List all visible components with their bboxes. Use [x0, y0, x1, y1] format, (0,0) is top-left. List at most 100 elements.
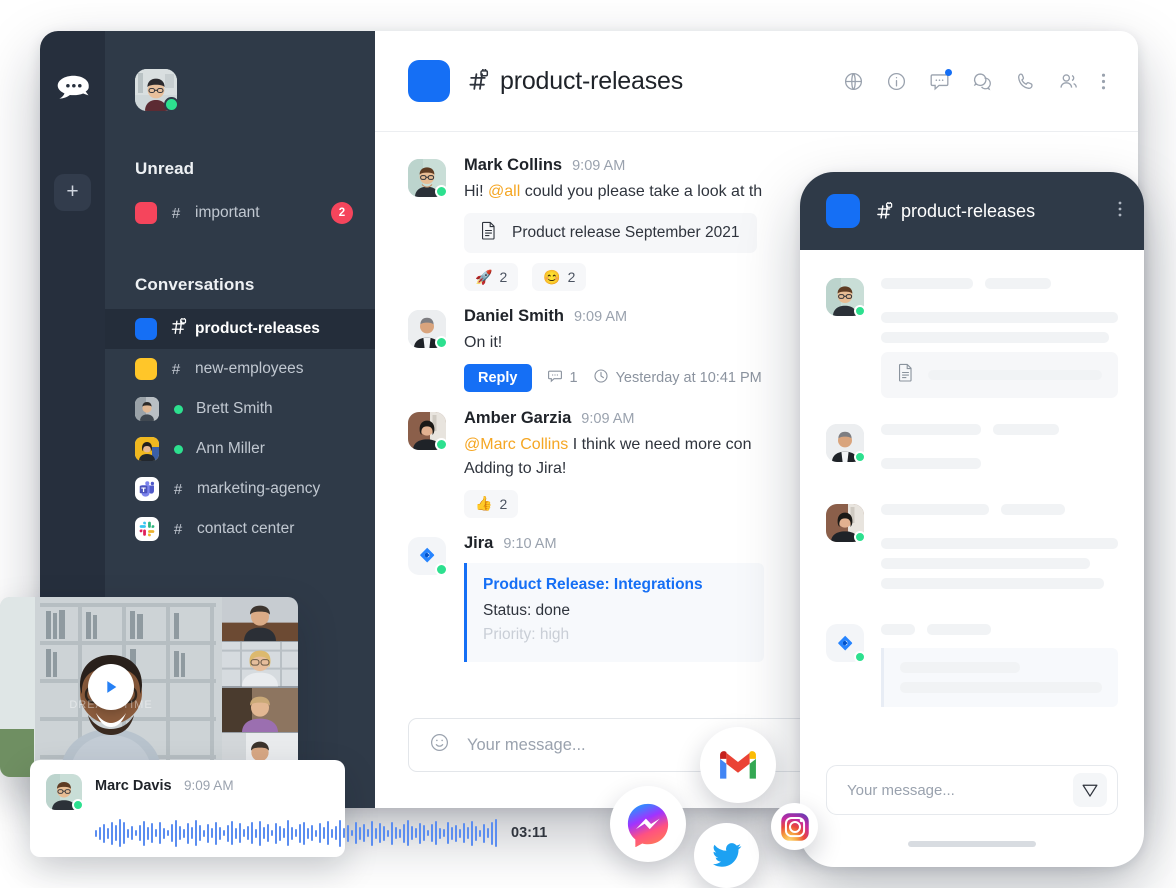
- waveform-bar: [383, 825, 385, 841]
- status-indicator-online: [174, 404, 183, 414]
- threads-icon[interactable]: [972, 71, 993, 92]
- send-icon[interactable]: [1073, 773, 1107, 807]
- hash-icon: #: [171, 360, 181, 378]
- message-meta: Mark Collins 9:09 AM: [464, 156, 762, 175]
- waveform-bar: [379, 823, 381, 843]
- avatar[interactable]: [408, 310, 448, 350]
- waveform-bar: [479, 829, 481, 837]
- mobile-app-window: product-releases Your message...: [800, 172, 1144, 867]
- waveform-bar: [415, 828, 417, 838]
- message-body: Jira 9:10 AM Product Release: Integratio…: [464, 534, 764, 662]
- sidebar-item-marketing-agency[interactable]: # marketing-agency: [105, 469, 375, 509]
- voice-message-header: Marc Davis 9:09 AM: [46, 774, 329, 811]
- waveform-bar: [475, 825, 477, 841]
- waveform-bar: [431, 824, 433, 842]
- waveform-bar: [387, 829, 389, 837]
- waveform-bar: [347, 824, 349, 842]
- thread-replies[interactable]: 1: [547, 368, 578, 388]
- waveform-bar: [435, 821, 437, 845]
- status-indicator-online: [435, 185, 448, 198]
- message-input[interactable]: Your message...: [467, 736, 586, 755]
- kebab-menu-icon[interactable]: [1118, 200, 1122, 223]
- kebab-menu-icon[interactable]: [1101, 71, 1106, 92]
- audio-waveform[interactable]: [95, 818, 497, 848]
- reaction-emoji: 🚀: [475, 268, 493, 285]
- twitter-icon[interactable]: [694, 823, 759, 888]
- slack-icon: [135, 517, 159, 541]
- skeleton-lines: [881, 424, 1118, 478]
- avatar[interactable]: [135, 69, 179, 112]
- hash-icon: #: [173, 480, 183, 498]
- thread-timestamp: Yesterday at 10:41 PM: [615, 370, 762, 387]
- voice-message-card[interactable]: Marc Davis 9:09 AM 03:11: [30, 760, 547, 857]
- video-call-card[interactable]: DREAMSTIME: [0, 597, 298, 777]
- hash-icon: #: [171, 204, 181, 222]
- waveform-bar: [315, 829, 317, 837]
- sidebar-item-contact-center[interactable]: # contact center: [105, 509, 375, 549]
- avatar[interactable]: [408, 159, 448, 198]
- sidebar-item-product-releases[interactable]: product-releases: [105, 309, 375, 349]
- mention-user[interactable]: @Marc Collins: [464, 436, 568, 453]
- waveform-bar: [259, 820, 261, 846]
- sidebar-item-brett-smith[interactable]: Brett Smith: [105, 389, 375, 429]
- create-new-button[interactable]: +: [54, 174, 91, 211]
- mobile-message-list: Your message...: [800, 250, 1144, 867]
- status-indicator-online: [72, 799, 84, 811]
- attachment-card[interactable]: Product release September 2021: [464, 213, 758, 254]
- waveform-bar: [459, 828, 461, 838]
- globe-icon[interactable]: [843, 71, 864, 92]
- waveform-bar: [283, 828, 285, 838]
- mobile-message-input[interactable]: Your message...: [847, 782, 955, 799]
- voice-message-player[interactable]: 03:11: [46, 818, 547, 848]
- reaction-chip[interactable]: 👍 2: [464, 489, 519, 518]
- waveform-bar: [439, 827, 441, 839]
- reply-button[interactable]: Reply: [464, 364, 532, 393]
- mobile-message-composer[interactable]: Your message...: [826, 765, 1118, 815]
- waveform-bar: [399, 828, 401, 838]
- messenger-icon[interactable]: [610, 786, 686, 862]
- chat-header-actions: [843, 68, 1106, 92]
- phone-icon[interactable]: [1015, 71, 1036, 92]
- waveform-bar: [239, 823, 241, 843]
- user-avatar: [135, 437, 159, 461]
- waveform-bar: [491, 821, 493, 845]
- video-participant-tile: [222, 641, 298, 687]
- thread-reply-count: 1: [569, 370, 578, 387]
- members-icon[interactable]: [1058, 71, 1079, 92]
- waveform-bar: [171, 824, 173, 842]
- skeleton-jira-card: [881, 648, 1118, 707]
- list-item: [826, 424, 1118, 478]
- mobile-page-title: product-releases: [876, 201, 1035, 222]
- discussion-icon[interactable]: [929, 68, 952, 92]
- reaction-emoji: 😊: [543, 268, 561, 285]
- waveform-bar: [123, 822, 125, 844]
- unread-badge: 2: [331, 202, 353, 224]
- jira-issue-card[interactable]: Product Release: Integrations Status: do…: [464, 562, 764, 662]
- emoji-icon[interactable]: [429, 732, 450, 758]
- skeleton-line: [881, 332, 1109, 343]
- sidebar-item-important[interactable]: # important 2: [105, 193, 375, 233]
- mention-all[interactable]: @all: [488, 183, 520, 200]
- instagram-icon[interactable]: [771, 803, 818, 850]
- avatar: [826, 424, 866, 463]
- user-avatar: [135, 397, 159, 421]
- sidebar-item-ann-miller[interactable]: Ann Miller: [105, 429, 375, 469]
- avatar[interactable]: [408, 536, 448, 576]
- sidebar-item-new-employees[interactable]: # new-employees: [105, 349, 375, 389]
- info-icon[interactable]: [886, 71, 907, 92]
- reaction-chip[interactable]: 🚀 2: [464, 263, 519, 292]
- status-indicator-online: [854, 305, 866, 317]
- waveform-bar: [339, 819, 341, 847]
- waveform-bar: [267, 824, 269, 842]
- waveform-bar: [103, 823, 105, 843]
- jira-issue-title[interactable]: Product Release: Integrations: [483, 576, 746, 594]
- reaction-chip[interactable]: 😊 2: [532, 263, 587, 292]
- play-icon[interactable]: [88, 664, 134, 710]
- avatar[interactable]: [408, 412, 448, 452]
- waveform-bar: [443, 829, 445, 837]
- skeleton-lines: [881, 278, 1118, 398]
- waveform-bar: [243, 829, 245, 837]
- waveform-bar: [151, 823, 153, 843]
- gmail-icon[interactable]: [700, 727, 776, 803]
- waveform-bar: [199, 825, 201, 841]
